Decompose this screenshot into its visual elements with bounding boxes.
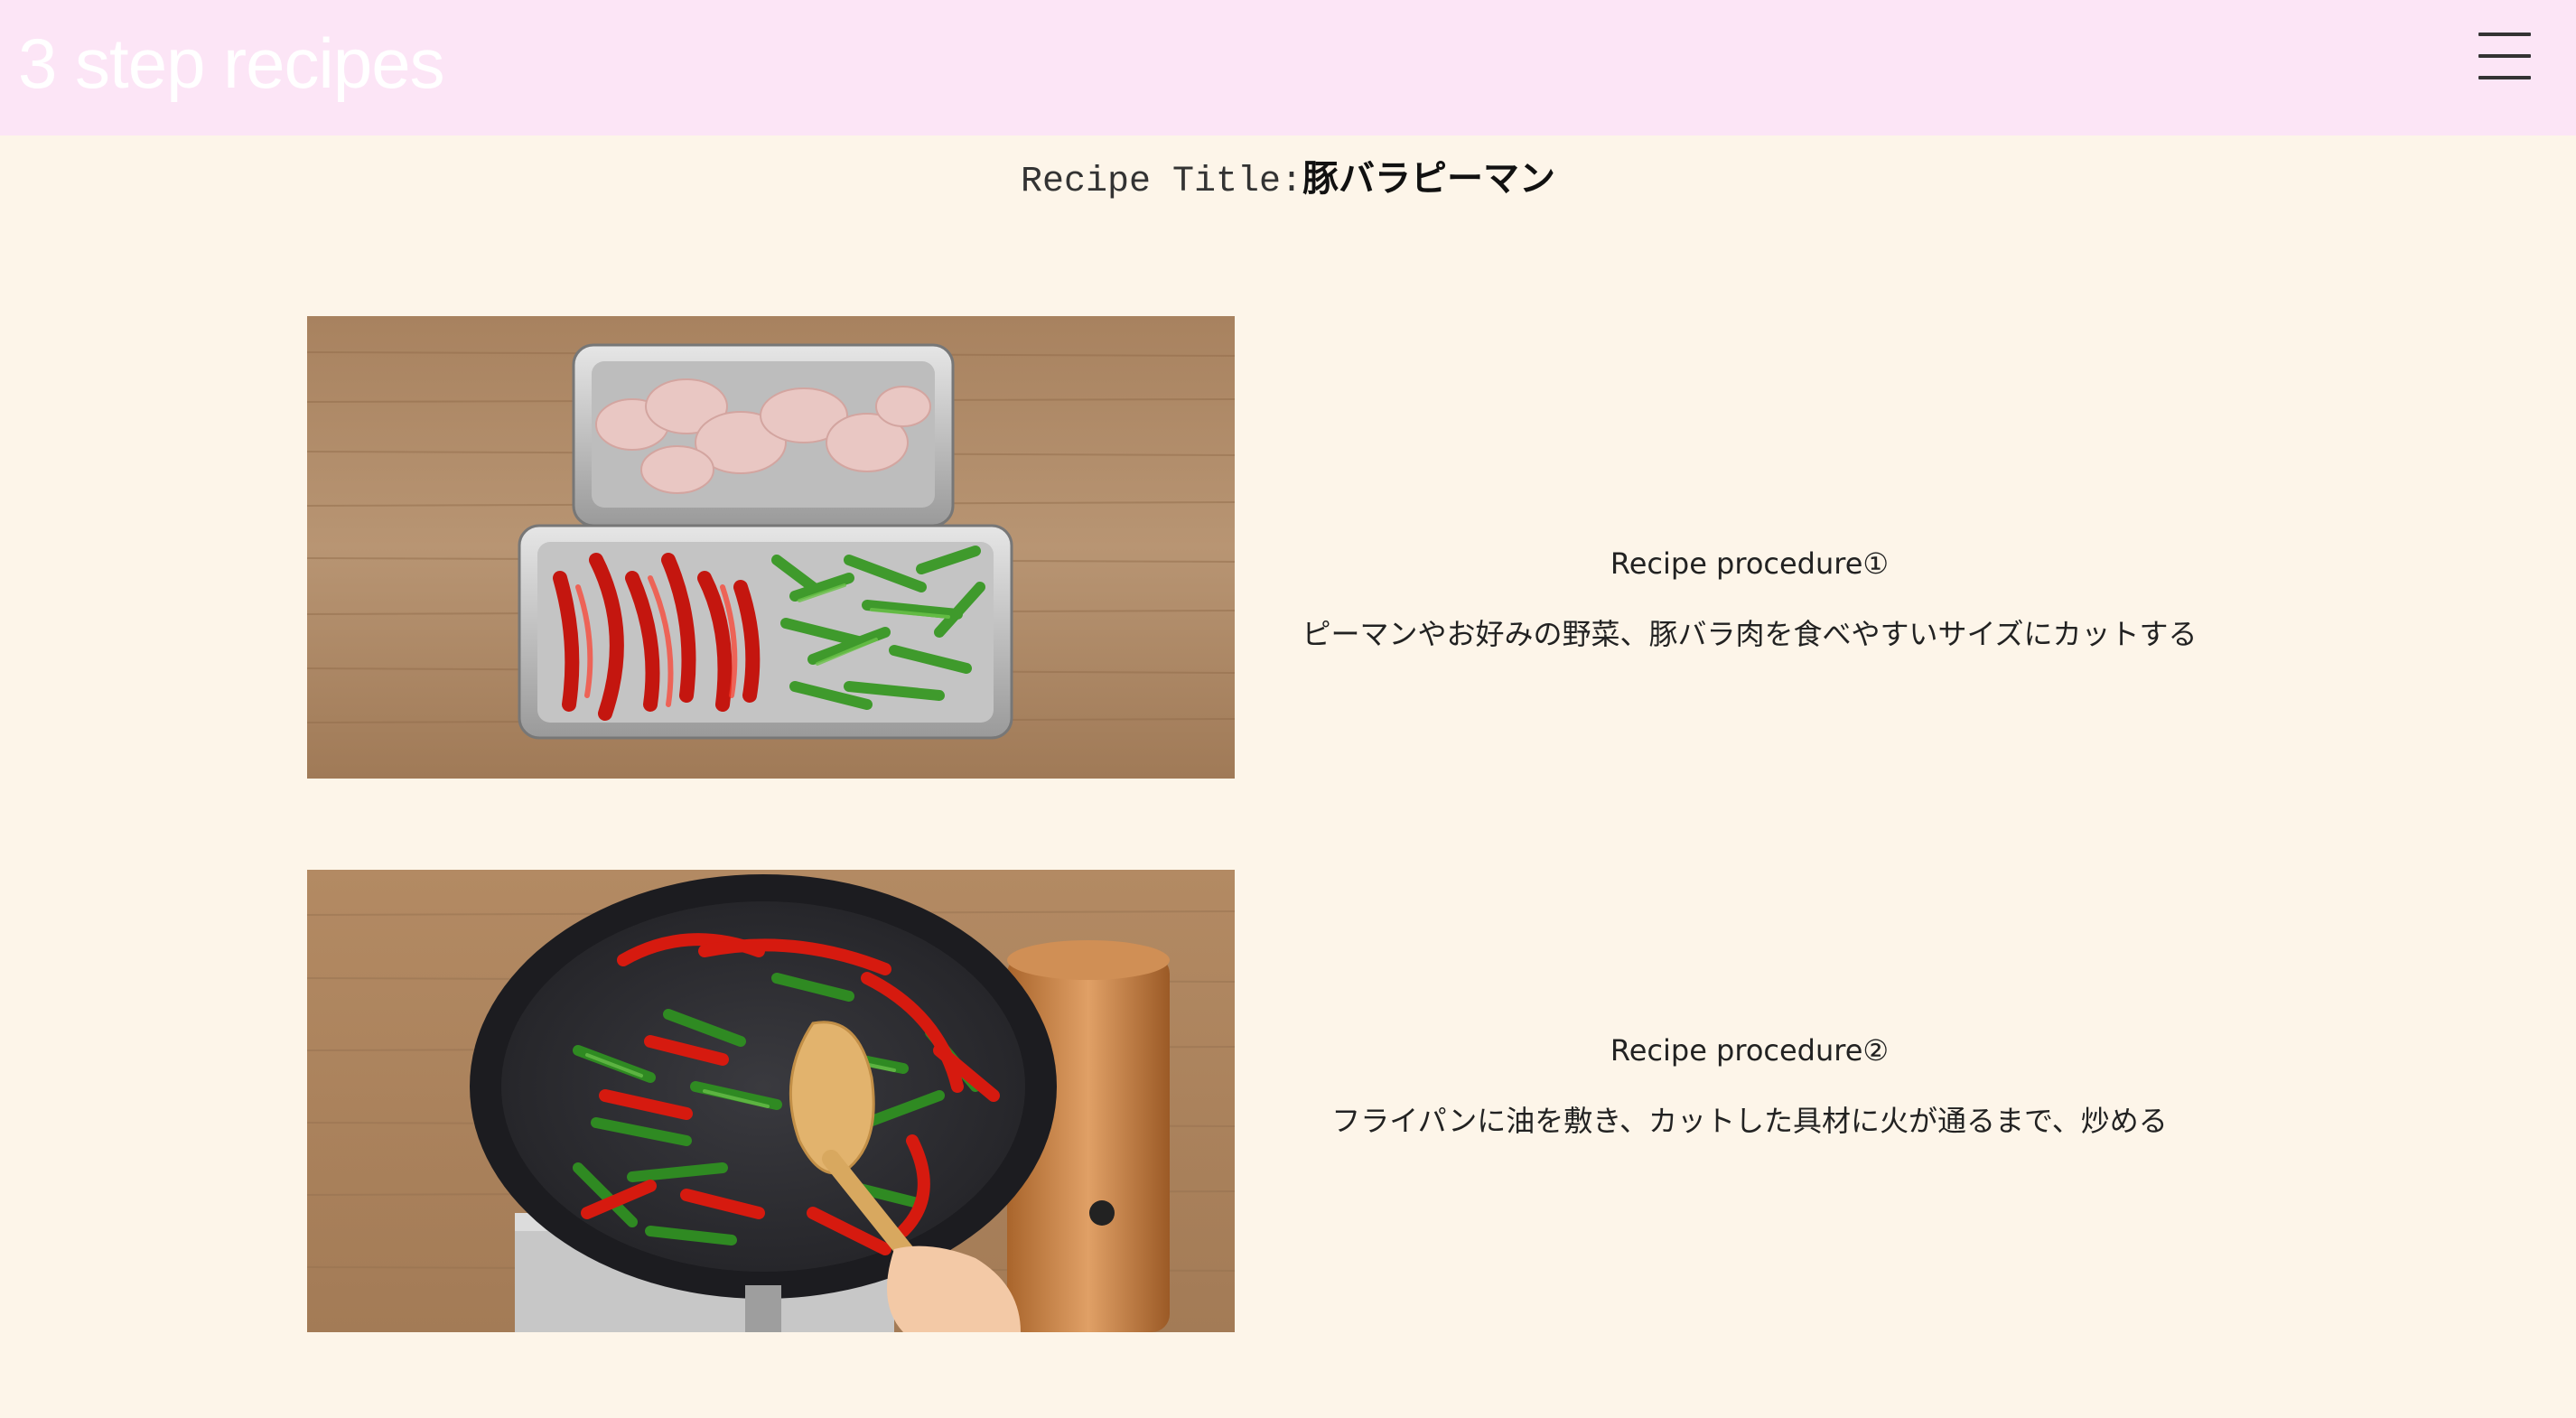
hamburger-line	[2478, 54, 2531, 58]
hamburger-line	[2478, 33, 2531, 36]
step-2-description: フライパンに油を敷き、カットした具材に火が通るまで、炒める	[1331, 1104, 2168, 1138]
step-2-image	[307, 870, 1235, 1332]
hamburger-line	[2478, 76, 2531, 79]
step-1-heading: Recipe procedure①	[1610, 546, 1890, 581]
recipe-title-label: Recipe Title:	[1020, 162, 1303, 202]
recipe-title: Recipe Title:豚バラピーマン	[0, 154, 2576, 208]
step-2-text: Recipe procedure② フライパンに油を敷き、カットした具材に火が通…	[1235, 1027, 2264, 1144]
recipe-title-name: 豚バラピーマン	[1302, 158, 1556, 200]
step-2-heading: Recipe procedure②	[1610, 1033, 1890, 1068]
step-1-description: ピーマンやお好みの野菜、豚バラ肉を食べやすいサイズにカットする	[1302, 617, 2198, 651]
step-1-text: Recipe procedure① ピーマンやお好みの野菜、豚バラ肉を食べやすい…	[1235, 540, 2264, 658]
step-1-image	[307, 316, 1235, 779]
site-title[interactable]: 3 step recipes	[18, 20, 445, 107]
site-header: 3 step recipes	[0, 0, 2576, 135]
hamburger-menu-icon[interactable]	[2478, 33, 2531, 79]
